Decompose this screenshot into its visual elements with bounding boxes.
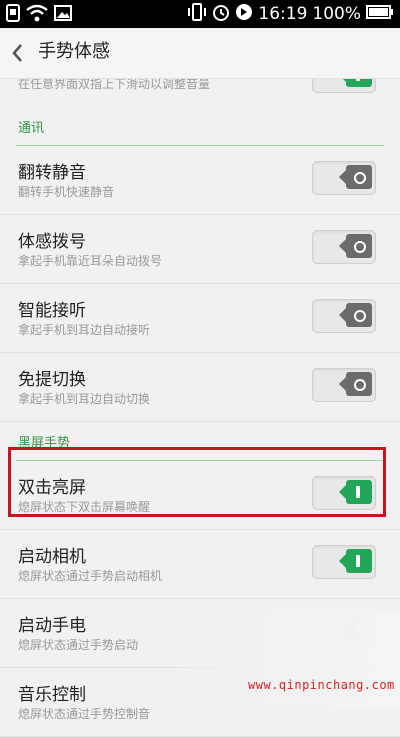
list-item-subtitle: 熄屏状态下双击屏幕唤醒 <box>18 500 151 514</box>
list-item-launch-camera[interactable]: 启动相机 熄屏状态通过手势启动相机 <box>0 530 400 599</box>
toggle-switch[interactable] <box>312 79 376 93</box>
list-item-motion-dial[interactable]: 体感拨号 拿起手机靠近耳朵自动拨号 <box>0 215 400 284</box>
list-item-subtitle: 拿起手机靠近耳朵自动拨号 <box>18 254 163 268</box>
list-item-smart-answer[interactable]: 智能接听 拿起手机到耳边自动接听 <box>0 284 400 353</box>
list-item-handsfree-switch[interactable]: 免提切换 拿起手机到耳边自动切换 <box>0 353 400 422</box>
page-title: 手势体感 <box>38 41 110 62</box>
watermark-fade <box>160 610 400 707</box>
app-header: 手势体感 <box>0 28 400 79</box>
watermark-text: www.qinpinchang.com <box>248 678 395 692</box>
list-item-subtitle: 翻转手机快速静音 <box>18 185 115 199</box>
list-item-title: 智能接听 <box>18 301 86 321</box>
toggle-switch[interactable] <box>312 476 376 510</box>
toggle-switch[interactable] <box>312 230 376 264</box>
list-item-subtitle: 熄屏状态通过手势控制音 <box>18 707 151 721</box>
list-item-title: 音乐控制 <box>18 685 86 705</box>
section-header-screen-off-gestures: 黑屏手势 <box>16 422 384 461</box>
app-notification-icon <box>6 4 20 26</box>
toggle-knob <box>339 234 372 258</box>
battery-percent: 100% <box>312 4 361 24</box>
toggle-knob <box>339 303 372 327</box>
status-bar: 16:19 100% <box>0 0 400 28</box>
status-time: 16:19 <box>258 4 308 24</box>
toggle-switch[interactable] <box>312 545 376 579</box>
sync-icon <box>235 3 253 25</box>
toggle-knob <box>339 549 372 573</box>
back-arrow-icon[interactable] <box>10 42 24 64</box>
image-notification-icon <box>54 4 72 26</box>
list-item-subtitle: 拿起手机到耳边自动切换 <box>18 392 151 406</box>
list-item-double-tap-wake[interactable]: 双击亮屏 熄屏状态下双击屏幕唤醒 <box>0 461 400 530</box>
list-item-subtitle: 在任意界面双指上下滑动以调整音量 <box>18 79 211 91</box>
vibrate-icon <box>187 3 207 25</box>
list-item-title: 启动相机 <box>18 547 86 567</box>
list-item-title: 翻转静音 <box>18 163 86 183</box>
toggle-switch[interactable] <box>312 368 376 402</box>
list-item-subtitle: 熄屏状态通过手势启动相机 <box>18 569 163 583</box>
status-right-icons: 16:19 100% <box>187 3 394 25</box>
section-label: 通讯 <box>18 121 45 136</box>
list-item-title: 体感拨号 <box>18 232 86 252</box>
wifi-icon <box>26 4 48 26</box>
list-item-title: 启动手电 <box>18 616 86 636</box>
section-label: 黑屏手势 <box>18 436 71 451</box>
section-header-communication: 通讯 <box>16 107 384 146</box>
status-left-icons <box>6 4 72 26</box>
list-item-title: 双击亮屏 <box>18 478 86 498</box>
list-item-partial[interactable]: 在任意界面双指上下滑动以调整音量 <box>0 79 400 107</box>
battery-icon <box>366 4 394 24</box>
list-item-title: 免提切换 <box>18 370 86 390</box>
list-item-flip-mute[interactable]: 翻转静音 翻转手机快速静音 <box>0 146 400 215</box>
toggle-switch[interactable] <box>312 299 376 333</box>
toggle-knob <box>339 372 372 396</box>
toggle-knob <box>339 79 372 87</box>
alarm-icon <box>212 3 230 25</box>
list-item-subtitle: 拿起手机到耳边自动接听 <box>18 323 151 337</box>
toggle-knob <box>339 480 372 504</box>
toggle-switch[interactable] <box>312 161 376 195</box>
toggle-knob <box>339 165 372 189</box>
list-item-subtitle: 熄屏状态通过手势启动 <box>18 638 139 652</box>
